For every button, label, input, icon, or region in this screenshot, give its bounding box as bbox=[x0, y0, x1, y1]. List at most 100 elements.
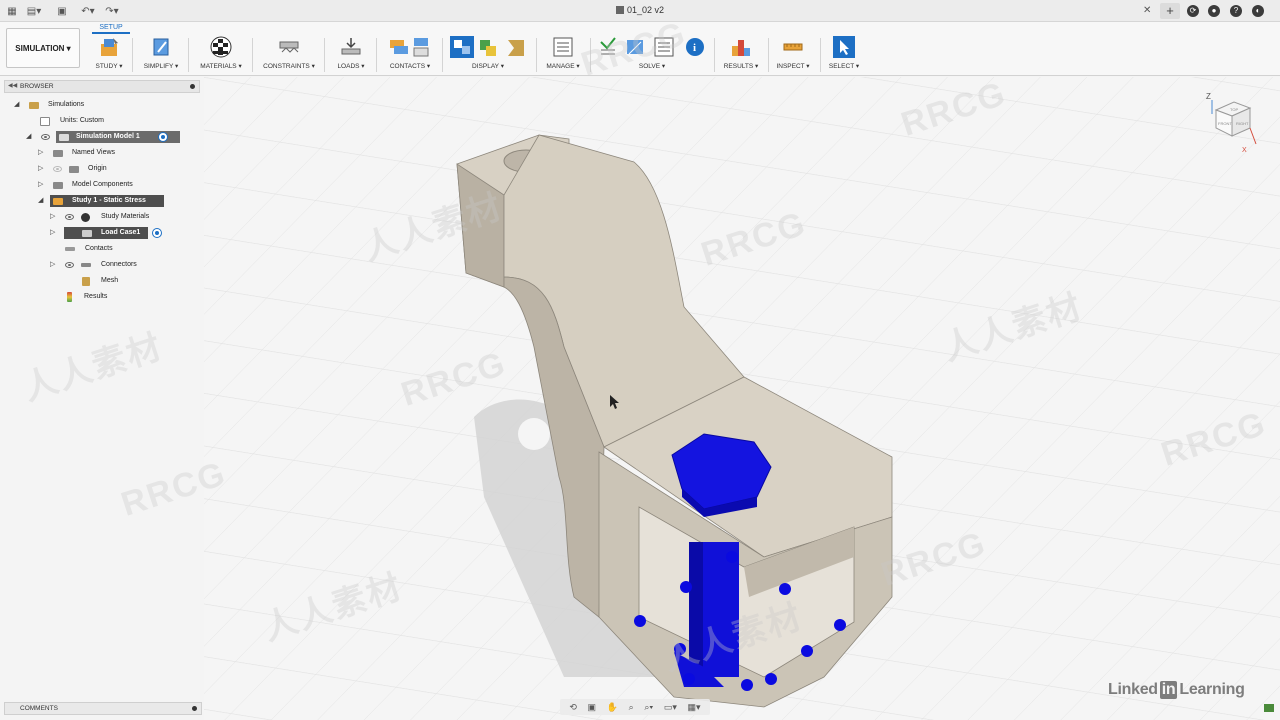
collapse-triangle-icon[interactable]: ◢ bbox=[38, 195, 43, 207]
document-title: 01_02 v2 bbox=[626, 5, 665, 15]
visibility-eye-icon[interactable] bbox=[41, 134, 50, 140]
materials-checker-icon bbox=[81, 213, 90, 222]
manage-icon bbox=[552, 36, 574, 58]
display-tool[interactable]: DISPLAY ▾ bbox=[446, 36, 530, 74]
separator bbox=[376, 38, 377, 72]
visibility-eye-icon[interactable] bbox=[53, 166, 62, 172]
watermark: 人人素材 bbox=[18, 327, 168, 409]
cube-right-label: RIGHT bbox=[1236, 121, 1249, 126]
contacts-tool[interactable]: CONTACTS ▾ bbox=[382, 36, 438, 74]
comments-panel-header[interactable]: COMMENTS bbox=[4, 702, 202, 715]
separator bbox=[536, 38, 537, 72]
loads-icon bbox=[340, 36, 362, 58]
tree-label: Connectors bbox=[101, 261, 137, 268]
pin-icon[interactable] bbox=[192, 706, 197, 711]
simulations-icon bbox=[29, 102, 39, 109]
collapse-triangle-icon[interactable]: ◢ bbox=[14, 99, 19, 111]
tree-label: Study Materials bbox=[101, 213, 150, 220]
study-icon bbox=[98, 36, 120, 58]
constraints-icon bbox=[278, 36, 300, 58]
results-icon bbox=[67, 292, 72, 302]
materials-tool[interactable]: MATERIALS ▾ bbox=[196, 36, 246, 74]
tree-label: Results bbox=[84, 293, 108, 300]
activate-radio-icon[interactable] bbox=[152, 228, 162, 238]
look-at-icon[interactable]: ▣ bbox=[588, 702, 597, 713]
status-icon[interactable] bbox=[1264, 704, 1274, 712]
zoom-window-icon[interactable]: ⌕▾ bbox=[644, 702, 653, 713]
constraints-tool[interactable]: CONSTRAINTS ▾ bbox=[258, 36, 320, 74]
tree-label: Mesh bbox=[101, 277, 119, 284]
document-icon bbox=[40, 117, 50, 126]
help-icon[interactable]: ? bbox=[1230, 5, 1242, 17]
tree-label: Study 1 - Static Stress bbox=[50, 195, 164, 207]
browser-panel-header[interactable]: ◀◀ BROWSER bbox=[4, 80, 200, 93]
contacts-icon bbox=[388, 36, 432, 58]
solve-tool[interactable]: i SOLVE ▾ bbox=[596, 36, 708, 74]
browser-title: BROWSER bbox=[20, 83, 54, 90]
folder-icon bbox=[53, 150, 63, 157]
expand-triangle-icon[interactable]: ▷ bbox=[38, 163, 43, 175]
expand-triangle-icon[interactable]: ▷ bbox=[50, 259, 55, 271]
linkedin-learning-logo: Linked in Learning bbox=[1108, 681, 1245, 699]
visibility-eye-icon[interactable] bbox=[65, 214, 74, 220]
x-axis-icon bbox=[1249, 127, 1257, 145]
tree-label: Model Components bbox=[72, 181, 133, 188]
grid-settings-icon[interactable]: ▦▾ bbox=[688, 702, 701, 713]
logo-in-box: in bbox=[1159, 681, 1178, 699]
bolt-shaft-shade bbox=[689, 542, 703, 677]
document-tab[interactable]: 01_02 v2 bbox=[0, 5, 1280, 15]
collapse-panel-icon[interactable]: ◀◀ bbox=[8, 81, 17, 92]
orbit-icon[interactable]: ⟲ bbox=[569, 702, 577, 713]
job-status-icon[interactable]: ⟳ bbox=[1187, 5, 1199, 17]
select-cursor-icon bbox=[833, 36, 855, 58]
study-tool[interactable]: STUDY ▾ bbox=[90, 36, 128, 74]
select-tool[interactable]: SELECT ▾ bbox=[824, 36, 864, 74]
results-tool[interactable]: RESULTS ▾ bbox=[720, 36, 762, 74]
simplify-icon bbox=[150, 36, 172, 58]
notifications-icon[interactable]: ● bbox=[1208, 5, 1220, 17]
expand-triangle-icon[interactable]: ▷ bbox=[50, 211, 55, 223]
ribbon-toolbar: SIMULATION ▾ SETUP STUDY ▾ SIMPLIFY ▾ MA… bbox=[0, 22, 1280, 76]
expand-triangle-icon[interactable]: ▷ bbox=[50, 227, 55, 239]
folder-icon bbox=[53, 182, 63, 189]
user-avatar[interactable]: ◐ bbox=[1252, 5, 1264, 17]
inspect-tool[interactable]: INSPECT ▾ bbox=[772, 36, 814, 74]
simplify-tool[interactable]: SIMPLIFY ▾ bbox=[140, 36, 182, 74]
tree-label: Simulations bbox=[48, 101, 85, 108]
expand-triangle-icon[interactable]: ▷ bbox=[38, 147, 43, 159]
tree-label: Named Views bbox=[72, 149, 116, 156]
display-settings-icon[interactable]: ▭▾ bbox=[664, 702, 677, 713]
model-icon bbox=[59, 134, 69, 141]
collapse-triangle-icon[interactable]: ◢ bbox=[26, 131, 31, 143]
workspace-switcher-button[interactable]: SIMULATION ▾ bbox=[6, 28, 80, 68]
tab-setup[interactable]: SETUP bbox=[92, 24, 130, 34]
simplify-label: SIMPLIFY ▾ bbox=[143, 63, 179, 70]
model-canvas[interactable] bbox=[204, 77, 1280, 720]
inspect-measure-icon bbox=[782, 36, 804, 58]
new-tab-button[interactable]: + bbox=[1160, 3, 1180, 19]
expand-triangle-icon[interactable]: ▷ bbox=[38, 179, 43, 191]
pan-hand-icon[interactable]: ✋ bbox=[607, 702, 618, 713]
3d-viewport[interactable] bbox=[204, 77, 1280, 720]
view-cube[interactable]: Z TOP FRONT RIGHT X bbox=[1206, 92, 1262, 154]
zoom-icon[interactable]: ⌕ bbox=[629, 702, 634, 713]
loads-tool[interactable]: LOADS ▾ bbox=[332, 36, 370, 74]
manage-tool[interactable]: MANAGE ▾ bbox=[542, 36, 584, 74]
loads-label: LOADS ▾ bbox=[337, 63, 365, 70]
close-tab-icon[interactable]: ✕ bbox=[1143, 5, 1151, 16]
document-icon bbox=[615, 6, 624, 14]
pin-icon[interactable] bbox=[190, 84, 195, 89]
contacts-label: CONTACTS ▾ bbox=[389, 63, 431, 70]
results-label: RESULTS ▾ bbox=[723, 63, 759, 70]
visibility-eye-icon[interactable] bbox=[65, 262, 74, 268]
x-axis-label: X bbox=[1242, 147, 1247, 152]
contacts-icon bbox=[65, 247, 75, 251]
svg-text:i: i bbox=[693, 42, 696, 54]
load-case-icon bbox=[82, 230, 92, 237]
logo-text: Linked bbox=[1108, 681, 1158, 698]
activate-radio-icon[interactable] bbox=[158, 132, 168, 142]
mesh-icon bbox=[82, 277, 90, 286]
z-axis-label: Z bbox=[1206, 92, 1211, 101]
manage-label: MANAGE ▾ bbox=[546, 63, 580, 70]
comments-title: COMMENTS bbox=[20, 705, 58, 712]
